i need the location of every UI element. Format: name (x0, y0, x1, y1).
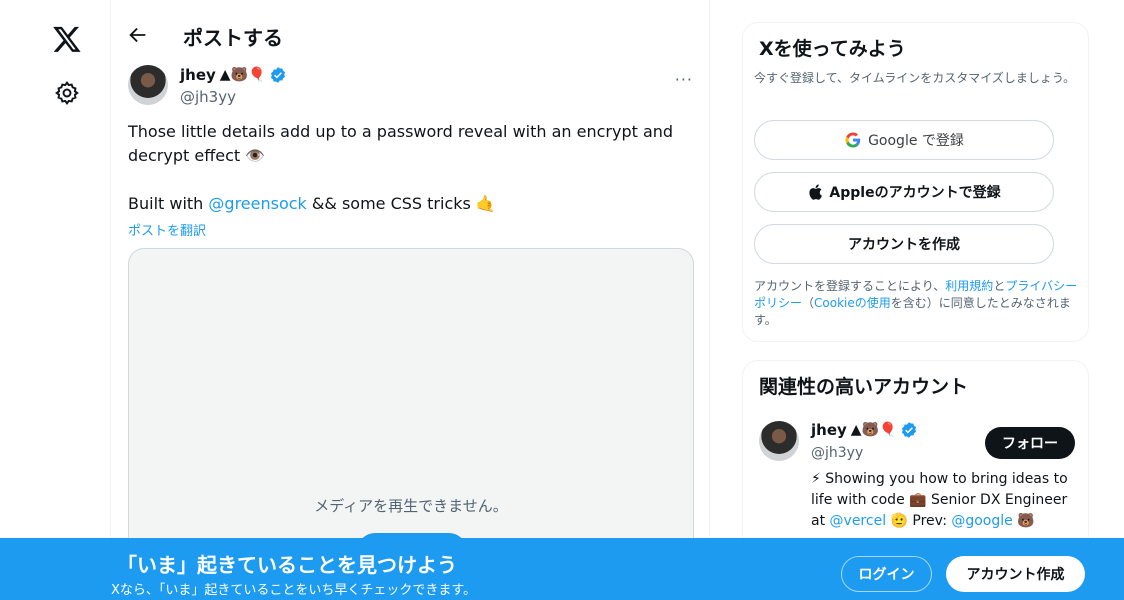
apple-signup-button[interactable]: Appleのアカウントで登録 (754, 172, 1054, 212)
translate-post-link[interactable]: ポストを翻訳 (128, 220, 206, 239)
bio-line: at @vercel 🫡 Prev: @google 🐻 (811, 511, 1077, 532)
tweet-text-fragment: && some CSS tricks 🤙 (306, 194, 496, 213)
author-name[interactable]: jhey (180, 66, 216, 84)
bio-text: 🐻 (1012, 513, 1035, 529)
related-account-emoji: ▲🐻🎈 (850, 422, 897, 438)
author-name-row[interactable]: jhey ▲🐻🎈 (180, 66, 287, 84)
create-account-button[interactable]: アカウントを作成 (754, 224, 1054, 264)
signup-card-title: Xを使ってみよう (759, 38, 906, 60)
tweet-text-line: Built with @greensock && some CSS tricks… (128, 192, 688, 216)
terms-of-service-link[interactable]: 利用規約 (945, 279, 993, 293)
signup-button[interactable]: アカウント作成 (946, 556, 1085, 592)
main-column: ポストする jhey ▲🐻🎈 @jh3yy ··· Those little d… (111, 0, 710, 600)
settings-gear-icon[interactable] (54, 80, 80, 106)
google-icon (845, 132, 861, 148)
x-logo-icon[interactable] (52, 24, 82, 54)
related-account-name-row[interactable]: jhey ▲🐻🎈 (811, 421, 918, 439)
mention-link[interactable]: @vercel (830, 513, 887, 529)
terms-text: アカウントを登録することにより、 (754, 279, 946, 293)
media-error-message: メディアを再生できません。 (314, 497, 508, 515)
apple-icon (809, 184, 823, 200)
back-arrow-icon[interactable] (127, 24, 149, 46)
related-account-avatar[interactable] (759, 421, 799, 461)
related-account-bio: ⚡ Showing you how to bring ideas to life… (811, 469, 1077, 532)
apple-signup-label: Appleのアカウントで登録 (829, 185, 1001, 201)
signup-card-subtitle: 今すぐ登録して、タイムラインをカスタマイズしましょう。 (754, 71, 1076, 85)
tweet-text-line: decrypt effect 👁️ (128, 146, 266, 165)
banner-title: 「いま」起きていることを見つけよう (117, 553, 457, 577)
google-signup-label: Google で登録 (868, 133, 964, 149)
create-account-label: アカウントを作成 (848, 237, 960, 253)
tweet-text: Those little details add up to a passwor… (128, 120, 688, 216)
bottom-signup-banner: 「いま」起きていることを見つけよう Xなら、「いま」起きていることをいち早くチェ… (0, 538, 1124, 600)
follow-button[interactable]: フォロー (985, 427, 1075, 459)
author-avatar[interactable] (128, 65, 168, 105)
related-account-name[interactable]: jhey (811, 421, 847, 439)
tweet-text-gap (128, 168, 688, 192)
bio-text: 🫡 Prev: (886, 513, 952, 529)
page-title: ポストする (183, 26, 283, 50)
google-signup-button[interactable]: Google で登録 (754, 120, 1054, 160)
mention-link[interactable]: @greensock (208, 194, 306, 213)
verified-badge-icon (902, 422, 917, 438)
verified-badge-icon (271, 67, 286, 83)
bio-text: at (811, 513, 830, 529)
related-account-handle[interactable]: @jh3yy (811, 445, 863, 461)
page-header: ポストする (111, 0, 710, 62)
login-button[interactable]: ログイン (841, 556, 932, 592)
banner-subtitle: Xなら、「いま」起きていることをいち早くチェックできます。 (111, 583, 477, 598)
more-options-icon[interactable]: ··· (675, 70, 693, 89)
terms-text: （ (802, 296, 815, 310)
bio-line: life with code 💼 Senior DX Engineer (811, 492, 1068, 508)
author-emoji: ▲🐻🎈 (219, 67, 266, 83)
left-nav (0, 0, 111, 600)
terms-notice: アカウントを登録することにより、利用規約とプライバシーポリシー（Cookieの使… (754, 278, 1084, 329)
related-accounts-title: 関連性の高いアカウント (759, 376, 969, 398)
tweet-text-line: Those little details add up to a passwor… (128, 122, 674, 141)
terms-text: と (993, 279, 1006, 293)
author-handle[interactable]: @jh3yy (180, 88, 236, 106)
bio-line: ⚡ Showing you how to bring ideas to (811, 471, 1068, 487)
signup-card: Xを使ってみよう 今すぐ登録して、タイムラインをカスタマイズしましょう。 Goo… (742, 22, 1089, 342)
cookie-policy-link[interactable]: Cookieの使用 (814, 296, 891, 310)
mention-link[interactable]: @google (951, 513, 1012, 529)
tweet-text-fragment: Built with (128, 194, 209, 213)
